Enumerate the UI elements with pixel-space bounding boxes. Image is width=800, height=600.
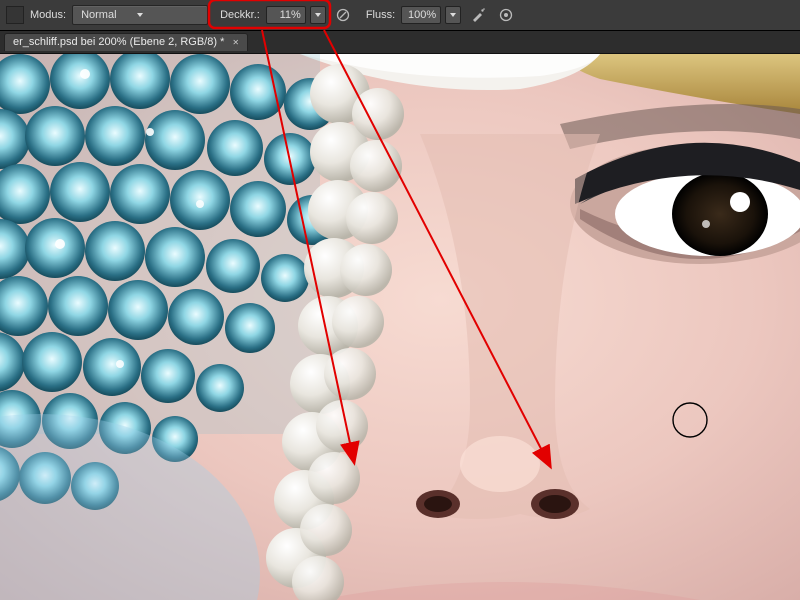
chevron-down-icon [137, 13, 143, 17]
mode-value: Normal [81, 9, 116, 21]
airbrush-icon[interactable] [467, 4, 489, 26]
document-tab-bar: er_schliff.psd bei 200% (Ebene 2, RGB/8)… [0, 31, 800, 54]
opacity-dropdown-button[interactable] [310, 6, 326, 24]
opacity-label: Deckkr.: [220, 9, 260, 21]
tablet-pressure-size-icon[interactable] [495, 4, 517, 26]
mode-label: Modus: [30, 9, 66, 21]
canvas-viewport[interactable] [0, 54, 800, 600]
close-icon[interactable]: ✕ [232, 38, 239, 47]
flow-label: Fluss: [366, 9, 395, 21]
chevron-down-icon [315, 13, 321, 17]
opacity-input[interactable]: 11% [266, 6, 306, 24]
document-tab[interactable]: er_schliff.psd bei 200% (Ebene 2, RGB/8)… [4, 33, 248, 51]
flow-control: 100% [401, 6, 461, 24]
document-tab-title: er_schliff.psd bei 200% (Ebene 2, RGB/8)… [13, 36, 224, 48]
tool-preset-icon[interactable] [6, 6, 24, 24]
brush-options-bar: Modus: Normal Deckkr.: 11% Fluss: 100% [0, 0, 800, 31]
flow-input[interactable]: 100% [401, 6, 441, 24]
chevron-down-icon [450, 13, 456, 17]
opacity-control: 11% [266, 6, 326, 24]
flow-dropdown-button[interactable] [445, 6, 461, 24]
tablet-pressure-opacity-icon[interactable] [332, 4, 354, 26]
mode-dropdown[interactable]: Normal [72, 5, 208, 25]
